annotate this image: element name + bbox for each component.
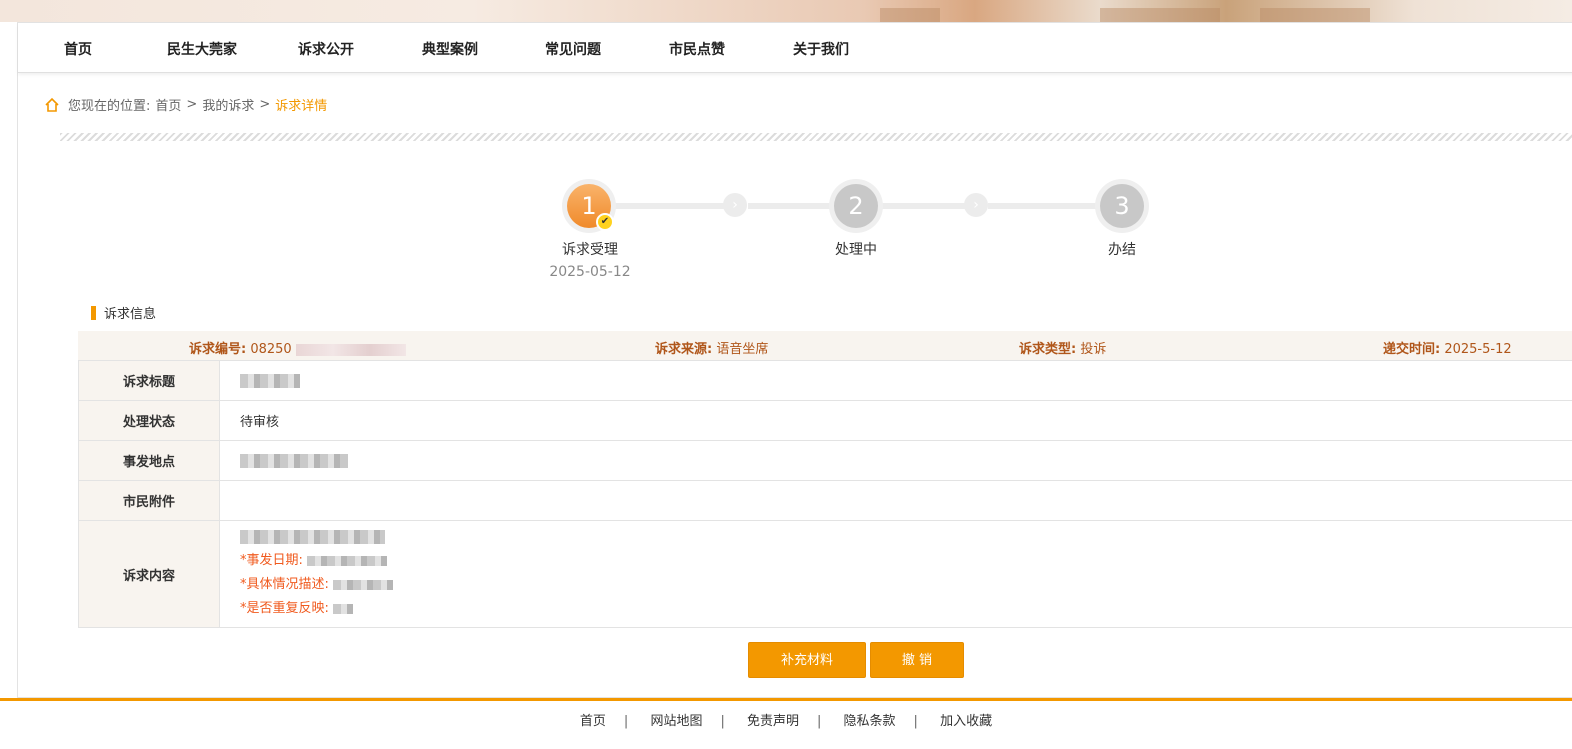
top-nav: 首页 民生大莞家 诉求公开 典型案例 常见问题 市民点赞 关于我们 (18, 23, 1572, 73)
request-meta-bar: 诉求编号: 08250 诉求来源: 语音坐席 诉求类型: 投诉 递交时间: 20… (78, 331, 1572, 361)
section-title: 诉求信息 (91, 303, 156, 322)
incident-date-label: *事发日期: (240, 553, 303, 568)
step-number: 3 (1100, 184, 1144, 228)
redacted-text (333, 579, 394, 590)
step-1-label: 诉求受理 (562, 242, 618, 258)
content-label: 诉求内容 (78, 520, 220, 628)
request-type-label: 诉求类型: (1019, 342, 1077, 357)
content-value: *事发日期: *具体情况描述: *是否重复反映: (219, 520, 1572, 628)
description-label: *具体情况描述: (240, 577, 329, 592)
request-source: 诉求来源: 语音坐席 (655, 338, 768, 357)
breadcrumb: 您现在的位置: 首页 > 我的诉求 > 诉求详情 (44, 95, 332, 114)
nav-citizen-likes[interactable]: 市民点赞 (669, 39, 725, 59)
footer-separator: | (817, 714, 822, 729)
footer-links: 首页 | 网站地图 | 免责声明 | 隐私条款 | 加入收藏 (0, 710, 1572, 729)
footer-sitemap-link[interactable]: 网站地图 (650, 714, 702, 729)
submit-time: 递交时间: 2025-5-12 (1383, 338, 1512, 357)
nav-about-us[interactable]: 关于我们 (793, 39, 849, 59)
footer-divider (0, 698, 1572, 701)
request-id-value: 08250 (250, 342, 292, 357)
redacted-text (240, 373, 300, 388)
footer-home-link[interactable]: 首页 (580, 714, 606, 729)
supplement-materials-button[interactable]: 补充材料 (748, 642, 866, 678)
breadcrumb-current: 诉求详情 (275, 99, 328, 114)
footer-privacy-link[interactable]: 隐私条款 (844, 714, 896, 729)
attachment-label: 市民附件 (78, 480, 220, 521)
step-1-circle: 1 ✔ (562, 179, 616, 233)
breadcrumb-my-requests[interactable]: 我的诉求 (202, 95, 254, 114)
request-type: 诉求类型: 投诉 (1019, 338, 1106, 357)
content-line: *具体情况描述: (240, 573, 1572, 597)
title-label: 诉求标题 (78, 360, 220, 401)
step-number: 2 (834, 184, 878, 228)
submit-time-label: 递交时间: (1383, 342, 1441, 357)
header-banner (0, 0, 1572, 22)
request-info-table: 诉求标题 处理状态 待审核 事发地点 市民附件 诉求内容 *事发日期: *具体情… (78, 360, 1572, 628)
step-1-date: 2025-05-12 (549, 264, 631, 280)
breadcrumb-separator: > (259, 97, 271, 112)
nav-faq[interactable]: 常见问题 (545, 39, 601, 59)
chevron-right-icon: › (964, 193, 988, 217)
table-row: 市民附件 (78, 480, 1572, 521)
step-3-label: 办结 (1108, 242, 1136, 258)
location-value (219, 440, 1572, 481)
table-row: 诉求标题 (78, 360, 1572, 401)
location-label: 事发地点 (78, 440, 220, 481)
redacted-text (307, 555, 388, 566)
breadcrumb-prefix: 您现在的位置: (68, 99, 151, 114)
step-2-label: 处理中 (835, 242, 877, 258)
table-row: 诉求内容 *事发日期: *具体情况描述: *是否重复反映: (78, 520, 1572, 628)
check-icon: ✔ (596, 213, 614, 231)
section-title-text: 诉求信息 (104, 307, 157, 322)
status-label: 处理状态 (78, 400, 220, 441)
divider-hatch (60, 133, 1572, 141)
submit-time-value: 2025-5-12 (1444, 342, 1512, 357)
request-source-label: 诉求来源: (655, 342, 713, 357)
redacted-text (240, 529, 385, 544)
banner-decoration (880, 8, 940, 22)
footer-bookmark-link[interactable]: 加入收藏 (940, 714, 992, 729)
footer-separator: | (623, 714, 629, 729)
step-connector (614, 203, 734, 209)
request-type-value: 投诉 (1080, 342, 1107, 357)
footer-separator: | (913, 714, 918, 729)
status-value: 待审核 (219, 400, 1572, 441)
banner-decoration (1260, 8, 1370, 22)
step-3-circle: 3 (1095, 179, 1149, 233)
step-2-circle: 2 (829, 179, 883, 233)
content-line: *是否重复反映: (240, 597, 1572, 621)
repeat-report-label: *是否重复反映: (240, 601, 329, 616)
nav-home[interactable]: 首页 (64, 39, 92, 59)
request-id: 诉求编号: 08250 (189, 338, 406, 357)
nav-typical-cases[interactable]: 典型案例 (422, 39, 478, 59)
breadcrumb-separator: > (186, 97, 198, 112)
banner-decoration (1100, 8, 1220, 22)
main-panel: 首页 民生大莞家 诉求公开 典型案例 常见问题 市民点赞 关于我们 您现在的位置… (17, 22, 1572, 698)
redacted-text (333, 603, 354, 614)
request-source-value: 语音坐席 (716, 342, 769, 357)
table-row: 事发地点 (78, 440, 1572, 481)
content-line: *事发日期: (240, 549, 1572, 573)
home-icon (45, 97, 59, 112)
breadcrumb-home[interactable]: 首页 (155, 95, 181, 114)
title-value (219, 360, 1572, 401)
revoke-button[interactable]: 撤 销 (870, 642, 964, 678)
section-marker (91, 305, 96, 320)
nav-minsheng[interactable]: 民生大莞家 (167, 39, 237, 59)
redacted-text (295, 343, 406, 356)
content-line (240, 525, 1572, 549)
nav-public-requests[interactable]: 诉求公开 (298, 39, 354, 59)
request-id-label: 诉求编号: (189, 342, 247, 357)
redacted-text (240, 453, 348, 468)
step-connector (988, 203, 1108, 209)
footer-separator: | (720, 714, 725, 729)
footer-disclaimer-link[interactable]: 免责声明 (747, 714, 799, 729)
attachment-value (219, 480, 1572, 521)
progress-steps: › › 1 ✔ 诉求受理 2025-05-12 2 处理中 3 办结 (18, 173, 1572, 293)
table-row: 处理状态 待审核 (78, 400, 1572, 441)
chevron-right-icon: › (723, 193, 747, 217)
